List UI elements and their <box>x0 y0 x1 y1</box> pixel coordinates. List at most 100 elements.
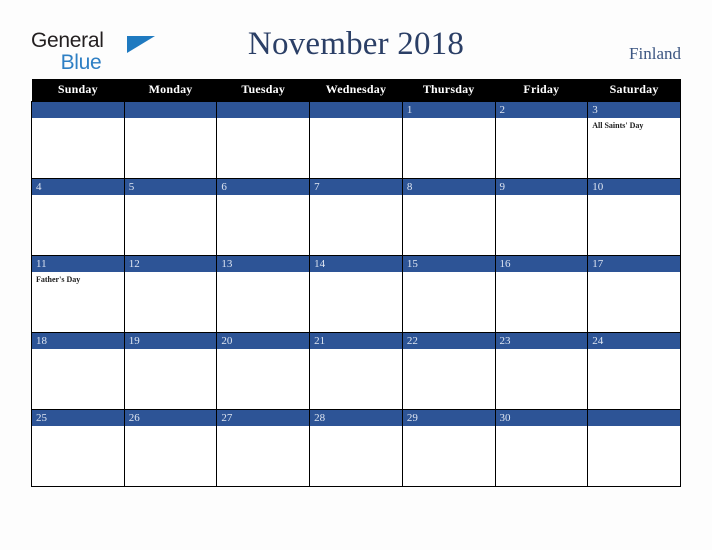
calendar-day-cell[interactable]: 18 <box>31 331 125 410</box>
day-events <box>217 426 309 429</box>
day-number: 4 <box>32 178 124 195</box>
calendar-day-cell[interactable]: 9 <box>494 177 589 256</box>
day-events <box>125 195 217 198</box>
weekday-header-wednesday: Wednesday <box>309 79 403 101</box>
calendar-day-cell[interactable]: 19 <box>123 331 218 410</box>
calendar-empty-cell <box>123 100 218 179</box>
day-events <box>403 195 495 198</box>
calendar-day-cell[interactable]: 25 <box>31 408 125 487</box>
day-number: 12 <box>124 255 217 272</box>
day-number: 8 <box>402 178 495 195</box>
day-number: 5 <box>124 178 217 195</box>
day-number: 28 <box>310 409 402 426</box>
calendar-day-cell[interactable]: 6 <box>216 177 311 256</box>
day-events <box>125 426 217 429</box>
calendar-day-cell[interactable]: 20 <box>216 331 311 410</box>
weekday-header-thursday: Thursday <box>402 79 496 101</box>
day-events <box>403 349 495 352</box>
calendar-day-cell[interactable]: 29 <box>401 408 496 487</box>
day-number: 30 <box>495 409 588 426</box>
day-number: 18 <box>32 332 124 349</box>
day-events <box>310 349 402 352</box>
day-events <box>217 272 309 275</box>
day-events <box>496 426 588 429</box>
calendar-day-cell[interactable]: 12 <box>123 254 218 333</box>
calendar-day-cell[interactable]: 24 <box>587 331 681 410</box>
day-events <box>496 349 588 352</box>
calendar-day-cell[interactable]: 7 <box>309 177 403 256</box>
day-number: 10 <box>588 178 680 195</box>
day-number <box>32 101 124 118</box>
day-events <box>588 349 680 352</box>
calendar-day-cell[interactable]: 10 <box>587 177 681 256</box>
calendar-day-cell[interactable]: 1 <box>401 100 496 179</box>
day-events <box>310 426 402 429</box>
day-number: 11 <box>32 255 124 272</box>
weekday-header-saturday: Saturday <box>587 79 681 101</box>
day-event-label: Father's Day <box>36 274 81 284</box>
weekday-header-monday: Monday <box>124 79 217 101</box>
day-number: 14 <box>310 255 402 272</box>
day-number: 3 <box>588 101 680 118</box>
weekday-header-friday: Friday <box>495 79 588 101</box>
calendar-day-cell[interactable]: 5 <box>123 177 218 256</box>
day-number: 6 <box>217 178 310 195</box>
day-number: 1 <box>402 101 495 118</box>
calendar-day-cell[interactable]: 17 <box>587 254 681 333</box>
calendar-day-cell[interactable]: 8 <box>401 177 496 256</box>
day-number: 17 <box>588 255 680 272</box>
day-number: 26 <box>124 409 217 426</box>
day-number <box>217 101 310 118</box>
calendar-day-cell[interactable]: 11 Father's Day <box>31 254 125 333</box>
day-events <box>588 195 680 198</box>
day-events <box>496 195 588 198</box>
day-number: 22 <box>402 332 495 349</box>
day-number <box>310 101 402 118</box>
day-events <box>125 118 217 121</box>
weekday-header-sunday: Sunday <box>31 79 125 101</box>
calendar-week-row: 1 2 3 All Saints' Day <box>31 100 681 179</box>
calendar-day-cell[interactable]: 22 <box>401 331 496 410</box>
day-events: All Saints' Day <box>588 118 680 131</box>
calendar-day-cell[interactable]: 15 <box>401 254 496 333</box>
day-event-label: All Saints' Day <box>592 120 644 130</box>
calendar-day-cell[interactable]: 16 <box>494 254 589 333</box>
calendar-week-row: 4 5 6 7 8 9 10 <box>31 177 681 256</box>
day-events <box>217 118 309 121</box>
calendar-day-cell[interactable]: 28 <box>309 408 403 487</box>
page-header: General Blue November 2018 Finland <box>0 0 712 79</box>
calendar-empty-cell <box>587 408 681 487</box>
day-events <box>125 272 217 275</box>
day-number <box>588 409 680 426</box>
calendar-day-cell[interactable]: 21 <box>309 331 403 410</box>
day-events <box>125 349 217 352</box>
calendar-day-cell[interactable]: 30 <box>494 408 589 487</box>
day-number: 23 <box>495 332 588 349</box>
calendar-day-cell[interactable]: 13 <box>216 254 311 333</box>
calendar-day-cell[interactable]: 26 <box>123 408 218 487</box>
calendar-day-cell[interactable]: 14 <box>309 254 403 333</box>
day-events <box>32 426 124 429</box>
weekday-header-tuesday: Tuesday <box>216 79 310 101</box>
calendar-week-row: 25 26 27 28 29 30 <box>31 408 681 487</box>
day-number: 27 <box>217 409 310 426</box>
day-number: 24 <box>588 332 680 349</box>
day-number: 9 <box>495 178 588 195</box>
day-number: 25 <box>32 409 124 426</box>
calendar-day-cell[interactable]: 3 All Saints' Day <box>587 100 681 179</box>
calendar-day-cell[interactable]: 2 <box>494 100 589 179</box>
day-number: 16 <box>495 255 588 272</box>
calendar-empty-cell <box>309 100 403 179</box>
day-events <box>217 349 309 352</box>
day-number: 2 <box>495 101 588 118</box>
day-number: 19 <box>124 332 217 349</box>
calendar-grid: Sunday Monday Tuesday Wednesday Thursday Frid… <box>31 79 681 487</box>
day-number: 13 <box>217 255 310 272</box>
calendar-day-cell[interactable]: 23 <box>494 331 589 410</box>
day-events <box>217 195 309 198</box>
calendar-region-label: Finland <box>629 44 681 63</box>
calendar-day-cell[interactable]: 27 <box>216 408 311 487</box>
calendar-day-cell[interactable]: 4 <box>31 177 125 256</box>
calendar-weekday-header-row: Sunday Monday Tuesday Wednesday Thursday Frid… <box>31 79 681 101</box>
day-number <box>124 101 217 118</box>
